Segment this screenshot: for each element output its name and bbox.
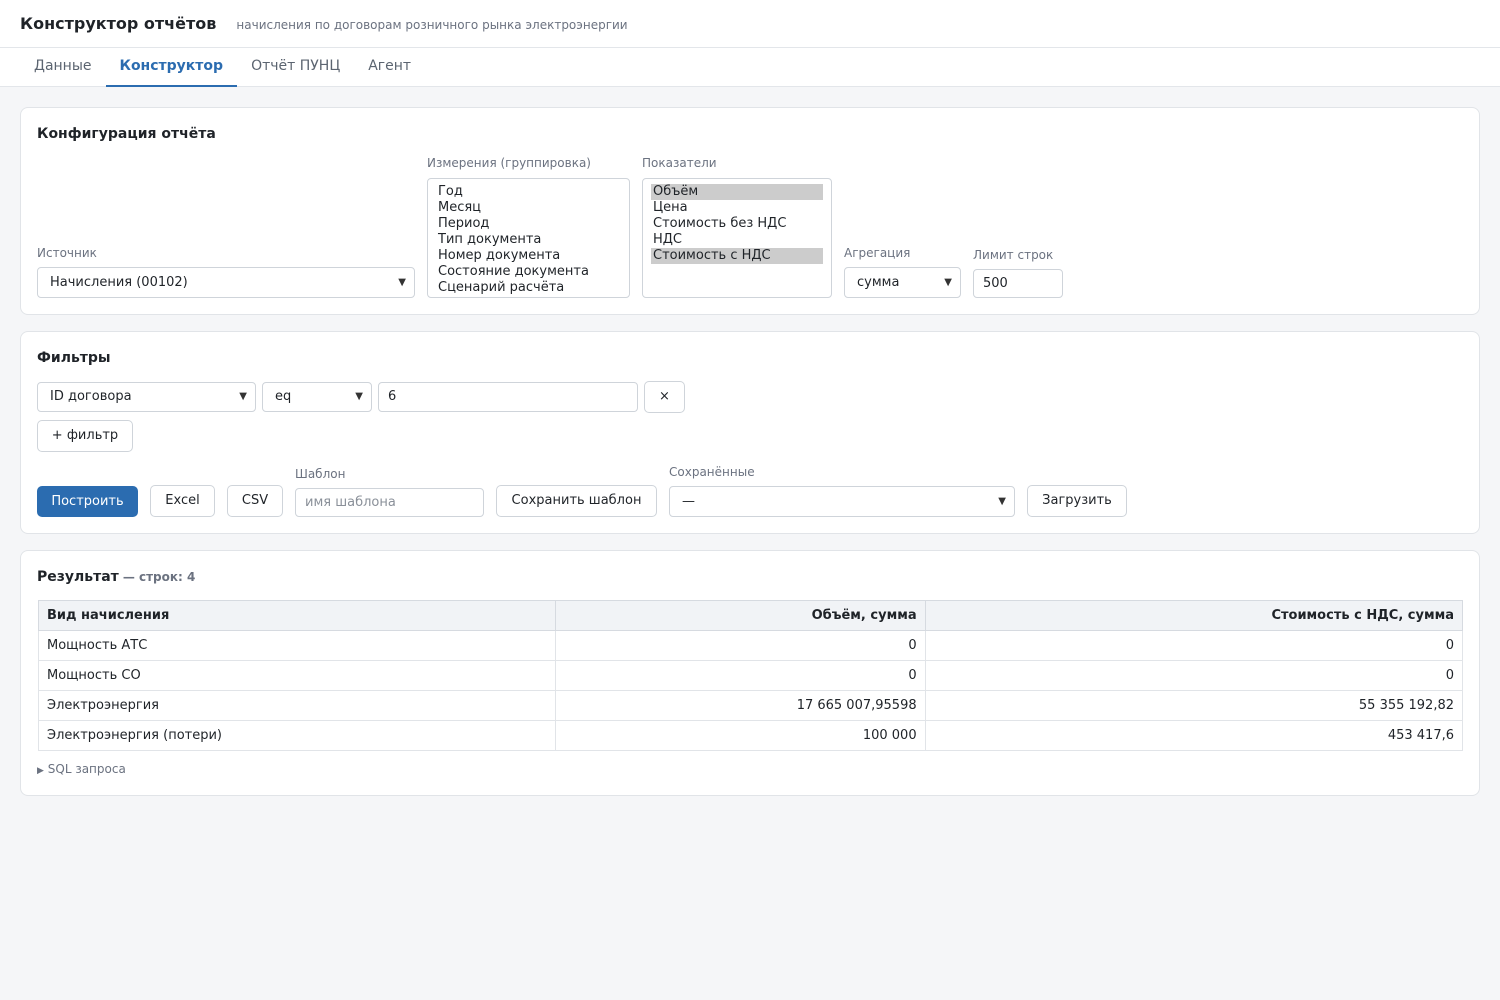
result-title: Результат — строк: 4 [37,569,195,585]
build-button[interactable]: Построить [37,486,138,517]
chevron-down-icon: ▼ [239,391,247,402]
filter-field-select[interactable]: ID договора ▼ [37,382,256,412]
sql-toggle-label: SQL запроса [47,762,126,776]
add-filter-button[interactable]: + фильтр [37,420,133,452]
config-title: Конфигурация отчёта [37,126,216,142]
metric-option[interactable]: Цена [651,200,823,216]
dimension-option[interactable]: Состояние документа [436,264,621,280]
saved-templates-value: — [682,494,695,509]
metrics-listbox[interactable]: Объём Цена Стоимость без НДС НДС Стоимос… [642,178,832,298]
dimension-option[interactable]: Сценарий расчёта [436,280,621,296]
table-row: Электроэнергия 17 665 007,95598 55 355 1… [37,690,1464,721]
dimension-option[interactable]: Месяц [436,200,621,216]
table-cell: 453 417,6 [924,720,1464,751]
aggregation-select[interactable]: сумма ▼ [844,267,961,298]
column-header[interactable]: Объём, сумма [555,600,926,631]
saved-templates-select[interactable]: — ▼ [669,486,1015,517]
triangle-right-icon: ▶ [37,766,44,776]
table-cell: 0 [924,660,1464,691]
export-excel-button[interactable]: Excel [150,485,215,517]
chevron-down-icon: ▼ [998,496,1006,507]
filters-title: Фильтры [37,350,111,366]
tab-constructor[interactable]: Конструктор [105,48,238,87]
table-row: Электроэнергия (потери) 100 000 453 417,… [37,720,1464,751]
dimension-option[interactable]: Тип документа [436,232,621,248]
metrics-label: Показатели [642,156,717,170]
table-cell: 0 [924,630,1464,661]
dimensions-listbox[interactable]: Год Месяц Период Тип документа Номер док… [427,178,630,298]
app-header: Конструктор отчётов начисления по догово… [0,0,1500,48]
result-heading: Результат [37,569,119,585]
table-cell: Мощность АТС [37,630,557,661]
filters-card: Фильтры ID договора ▼ eq ▼ 6 × + фильтр … [20,331,1480,534]
column-header[interactable]: Стоимость с НДС, сумма [924,600,1464,631]
source-select[interactable]: Начисления (00102) ▼ [37,267,415,298]
table-cell: 17 665 007,95598 [555,690,926,721]
table-cell: 0 [555,630,926,661]
config-card: Конфигурация отчёта Источник Начисления … [20,107,1480,315]
dimension-option[interactable]: Период [436,216,621,232]
table-header-row: Вид начисления Объём, сумма Стоимость с … [37,600,1464,631]
chevron-down-icon: ▼ [355,391,363,402]
chevron-down-icon: ▼ [944,277,952,288]
table-cell: 55 355 192,82 [924,690,1464,721]
metric-option[interactable]: Стоимость без НДС [651,216,823,232]
table-row: Мощность АТС 0 0 [37,630,1464,661]
tab-punc-report[interactable]: Отчёт ПУНЦ [237,48,354,87]
aggregation-label: Агрегация [844,246,911,260]
sql-toggle[interactable]: ▶ SQL запроса [37,762,126,776]
filter-value-input[interactable]: 6 [378,382,638,412]
metric-option[interactable]: НДС [651,232,823,248]
template-label: Шаблон [295,467,346,481]
table-cell: 100 000 [555,720,926,751]
source-label: Источник [37,246,97,260]
source-value: Начисления (00102) [50,275,188,290]
template-name-input[interactable]: имя шаблона [295,488,484,517]
table-row: Мощность СО 0 0 [37,660,1464,691]
page-title: Конструктор отчётов [20,14,217,33]
table-cell: Мощность СО [37,660,557,691]
remove-filter-button[interactable]: × [644,381,685,413]
tab-agent[interactable]: Агент [354,48,425,87]
filter-operator-select[interactable]: eq ▼ [262,382,372,412]
export-csv-button[interactable]: CSV [227,485,283,517]
metric-option-selected[interactable]: Стоимость с НДС [651,248,823,264]
save-template-button[interactable]: Сохранить шаблон [496,485,657,517]
result-card: Результат — строк: 4 Вид начисления Объём… [20,550,1480,796]
aggregation-value: сумма [857,275,900,290]
filter-field-value: ID договора [50,389,132,404]
result-row-count: — строк: 4 [122,570,196,584]
column-header[interactable]: Вид начисления [37,600,557,631]
tab-bar: Данные Конструктор Отчёт ПУНЦ Агент [0,48,1500,87]
table-cell: Электроэнергия [37,690,557,721]
saved-label: Сохранённые [669,465,755,479]
limit-input[interactable]: 500 [973,269,1063,298]
dimension-option[interactable]: Год [436,184,621,200]
limit-label: Лимит строк [973,248,1054,262]
dimensions-label: Измерения (группировка) [427,156,591,170]
chevron-down-icon: ▼ [398,277,406,288]
result-table: Вид начисления Объём, сумма Стоимость с … [37,600,1464,751]
filter-operator-value: eq [275,389,292,404]
table-cell: 0 [555,660,926,691]
table-cell: Электроэнергия (потери) [37,720,557,751]
load-template-button[interactable]: Загрузить [1027,485,1127,517]
dimension-option[interactable]: Номер документа [436,248,621,264]
page-subtitle: начисления по договорам розничного рынка… [236,17,628,32]
metric-option-selected[interactable]: Объём [651,184,823,200]
tab-data[interactable]: Данные [20,48,106,87]
